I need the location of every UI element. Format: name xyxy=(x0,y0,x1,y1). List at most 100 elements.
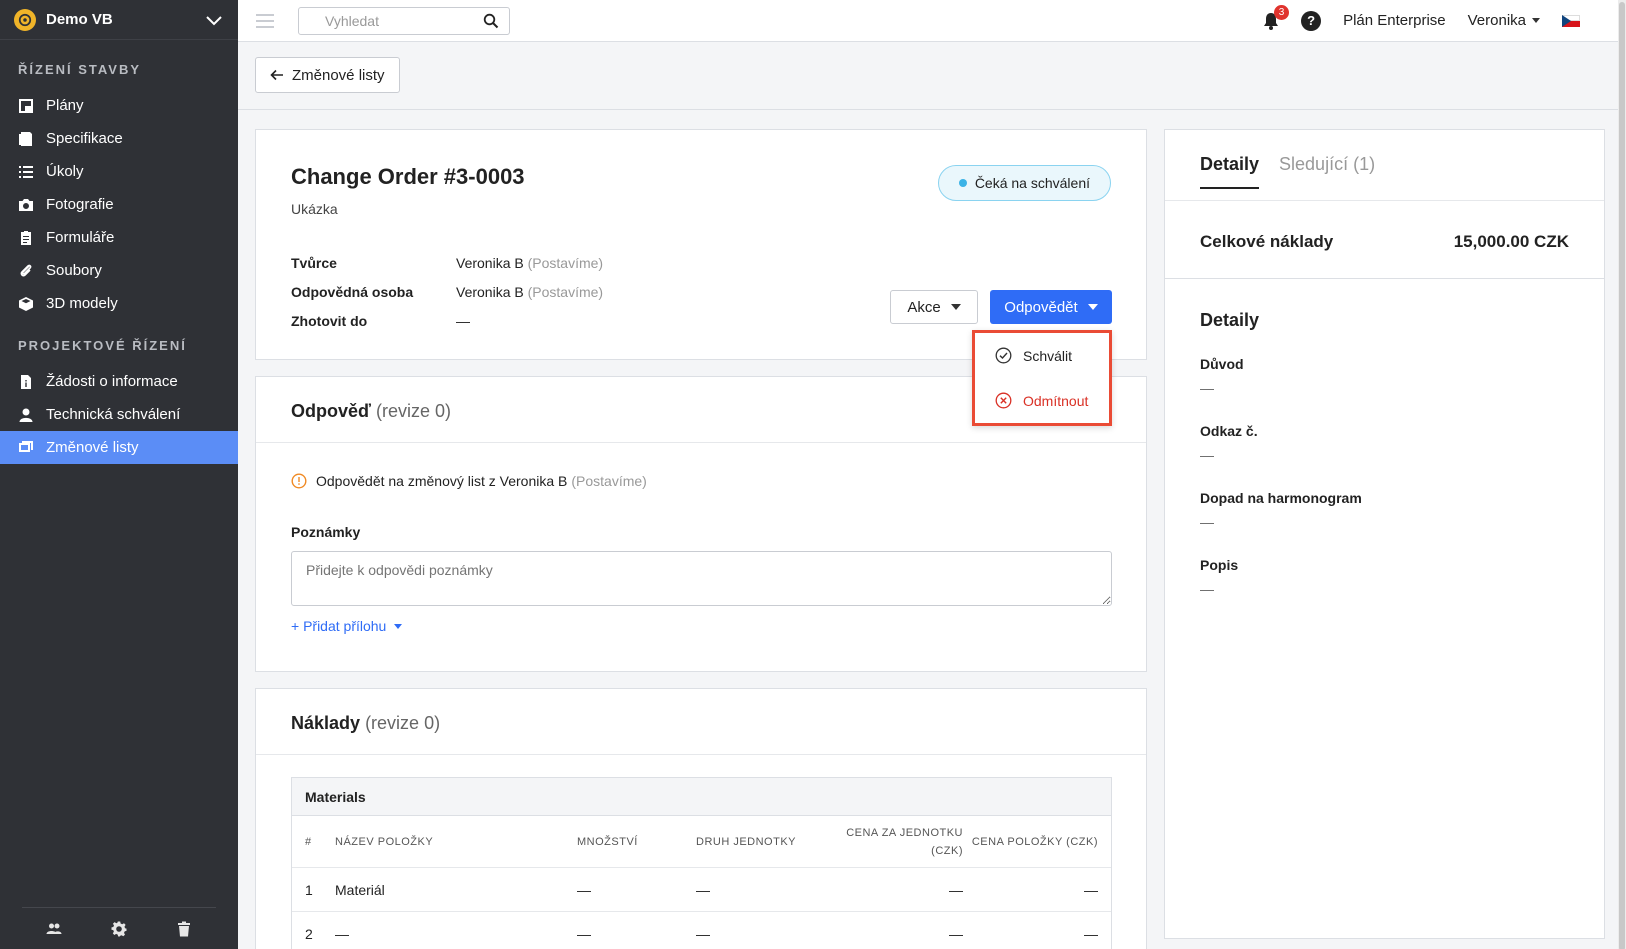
panel-tabs: Detaily Sledující (1) xyxy=(1200,154,1395,189)
meta-value: Veronika B xyxy=(456,283,524,300)
costs-title: Náklady (revize 0) xyxy=(291,713,441,733)
page-scrollbar[interactable] xyxy=(1618,0,1626,949)
gear-icon[interactable] xyxy=(111,921,127,937)
user-menu[interactable]: Veronika xyxy=(1468,12,1540,29)
users-icon[interactable] xyxy=(46,921,62,937)
add-attachment-link[interactable]: + Přidat přílohu xyxy=(291,618,403,634)
table-row[interactable]: 1 Materiál — — — — xyxy=(292,868,1111,912)
tab-details[interactable]: Detaily xyxy=(1200,154,1260,189)
sidebar-item-label: Žádosti o informace xyxy=(46,373,178,390)
czech-flag-icon[interactable] xyxy=(1562,14,1580,27)
paperclip-icon xyxy=(18,263,34,279)
project-switcher[interactable]: Demo VB xyxy=(0,0,238,40)
notes-label: Poznámky xyxy=(291,524,361,540)
sidebar-item-plány[interactable]: Plány xyxy=(0,89,238,122)
section-title-project: PROJEKTOVÉ ŘÍZENÍ xyxy=(18,338,187,353)
warning-circle-icon xyxy=(291,473,307,489)
status-badge: Čeká na schválení xyxy=(937,165,1111,201)
brand-logo-icon xyxy=(14,8,36,31)
user-name: Veronika xyxy=(1467,12,1526,29)
plan-link[interactable]: Plán Enterprise xyxy=(1343,12,1446,29)
approve-menu-item[interactable]: Schválit xyxy=(975,333,1109,378)
sidebar-item-změnové-listy[interactable]: Změnové listy xyxy=(0,431,238,464)
notes-input[interactable] xyxy=(291,551,1112,606)
tab-followers[interactable]: Sledující (1) xyxy=(1279,154,1375,189)
search-placeholder: Vyhledat xyxy=(325,12,379,29)
caret-down-icon xyxy=(1087,304,1098,310)
table-header: # NÁZEV POLOŽKY MNOŽSTVÍ DRUH JEDNOTKY C… xyxy=(292,816,1111,868)
sidebar-item-label: Technická schválení xyxy=(46,406,181,423)
meta-company: (Postavíme) xyxy=(527,254,604,271)
sidebar-item-žádosti-o-informace[interactable]: Žádosti o informace xyxy=(0,365,238,398)
caret-down-icon xyxy=(394,623,403,629)
x-circle-icon xyxy=(995,392,1012,409)
sidebar-item-label: Úkoly xyxy=(46,163,84,180)
back-button-label: Změnové listy xyxy=(292,66,385,84)
detail-item: Popis — xyxy=(1200,557,1239,597)
search-input[interactable]: Vyhledat xyxy=(298,6,510,35)
status-dot-icon xyxy=(958,179,967,187)
respond-button-label: Odpovědět xyxy=(1004,298,1078,316)
cube-icon xyxy=(18,296,34,312)
sidebar-footer xyxy=(22,907,216,949)
info-doc-icon xyxy=(18,374,34,390)
camera-icon xyxy=(18,197,34,213)
meta-row-due: Zhotovit do — xyxy=(291,306,603,335)
plans-icon xyxy=(18,98,34,114)
chevron-down-icon[interactable] xyxy=(204,10,224,30)
table-row[interactable]: 2 — — — — — xyxy=(292,912,1111,949)
trash-icon[interactable] xyxy=(176,921,192,937)
notifications-button[interactable]: 3 xyxy=(1261,4,1290,31)
response-notice: Odpovědět na změnový list z Veronika B (P… xyxy=(291,473,647,489)
search-icon[interactable] xyxy=(483,13,499,29)
menu-toggle-icon[interactable] xyxy=(256,13,274,28)
specs-icon xyxy=(18,131,34,147)
project-name: Demo VB xyxy=(46,11,113,28)
materials-group-title: Materials xyxy=(292,778,1111,816)
total-cost-value: 15,000.00 CZK xyxy=(1453,232,1569,251)
respond-dropdown-menu: Schválit Odmítnout xyxy=(972,330,1112,426)
page-title: Change Order #3-0003 xyxy=(291,164,525,189)
sidebar-item-formuláře[interactable]: Formuláře xyxy=(0,221,238,254)
sidebar-item-label: 3D modely xyxy=(46,295,118,312)
reject-menu-item[interactable]: Odmítnout xyxy=(975,378,1109,423)
sidebar-item-label: Fotografie xyxy=(46,196,114,213)
section-title-construction: ŘÍZENÍ STAVBY xyxy=(18,62,142,77)
topbar: Vyhledat 3 ? Plán Enterprise Veronika xyxy=(238,0,1626,42)
change-order-icon xyxy=(18,440,34,456)
arrow-left-icon xyxy=(270,69,283,81)
clipboard-icon xyxy=(18,230,34,246)
help-button[interactable]: ? xyxy=(1301,10,1322,31)
actions-button-label: Akce xyxy=(907,298,941,316)
meta-company: (Postavíme) xyxy=(527,283,604,300)
sidebar-item-3d-modely[interactable]: 3D modely xyxy=(0,287,238,320)
sidebar-item-úkoly[interactable]: Úkoly xyxy=(0,155,238,188)
meta-value: — xyxy=(456,312,470,329)
sidebar-item-label: Změnové listy xyxy=(46,439,139,456)
meta-label: Tvůrce xyxy=(291,254,337,271)
respond-button[interactable]: Odpovědět xyxy=(990,290,1112,324)
sidebar-item-label: Formuláře xyxy=(46,229,115,246)
back-bar: Změnové listy xyxy=(238,42,1618,110)
meta-row-creator: Tvůrce Veronika B (Postavíme) xyxy=(291,248,603,277)
back-button[interactable]: Změnové listy xyxy=(255,57,400,93)
person-icon xyxy=(18,407,34,423)
sidebar-item-label: Plány xyxy=(46,97,84,114)
caret-down-icon xyxy=(950,304,961,310)
sidebar-item-soubory[interactable]: Soubory xyxy=(0,254,238,287)
sidebar-item-fotografie[interactable]: Fotografie xyxy=(0,188,238,221)
sidebar-item-specifikace[interactable]: Specifikace xyxy=(0,122,238,155)
sidebar: Demo VB ŘÍZENÍ STAVBY Plány Specifikace Úk… xyxy=(0,0,238,949)
sidebar-item-label: Soubory xyxy=(46,262,102,279)
detail-item: Důvod — xyxy=(1200,356,1244,396)
sidebar-item-label: Specifikace xyxy=(46,130,123,147)
costs-card: Náklady (revize 0) Materials # NÁZEV POL… xyxy=(255,688,1147,949)
actions-button[interactable]: Akce xyxy=(890,290,978,324)
page-subtitle: Ukázka xyxy=(291,201,338,217)
meta-value: Veronika B xyxy=(456,254,524,271)
total-cost-label: Celkové náklady xyxy=(1200,232,1334,251)
materials-table: Materials # NÁZEV POLOŽKY MNOŽSTVÍ DRUH … xyxy=(291,777,1112,949)
total-cost: Celkové náklady 15,000.00 CZK xyxy=(1200,232,1569,252)
sidebar-item-technická-schválení[interactable]: Technická schválení xyxy=(0,398,238,431)
check-circle-icon xyxy=(995,347,1012,364)
